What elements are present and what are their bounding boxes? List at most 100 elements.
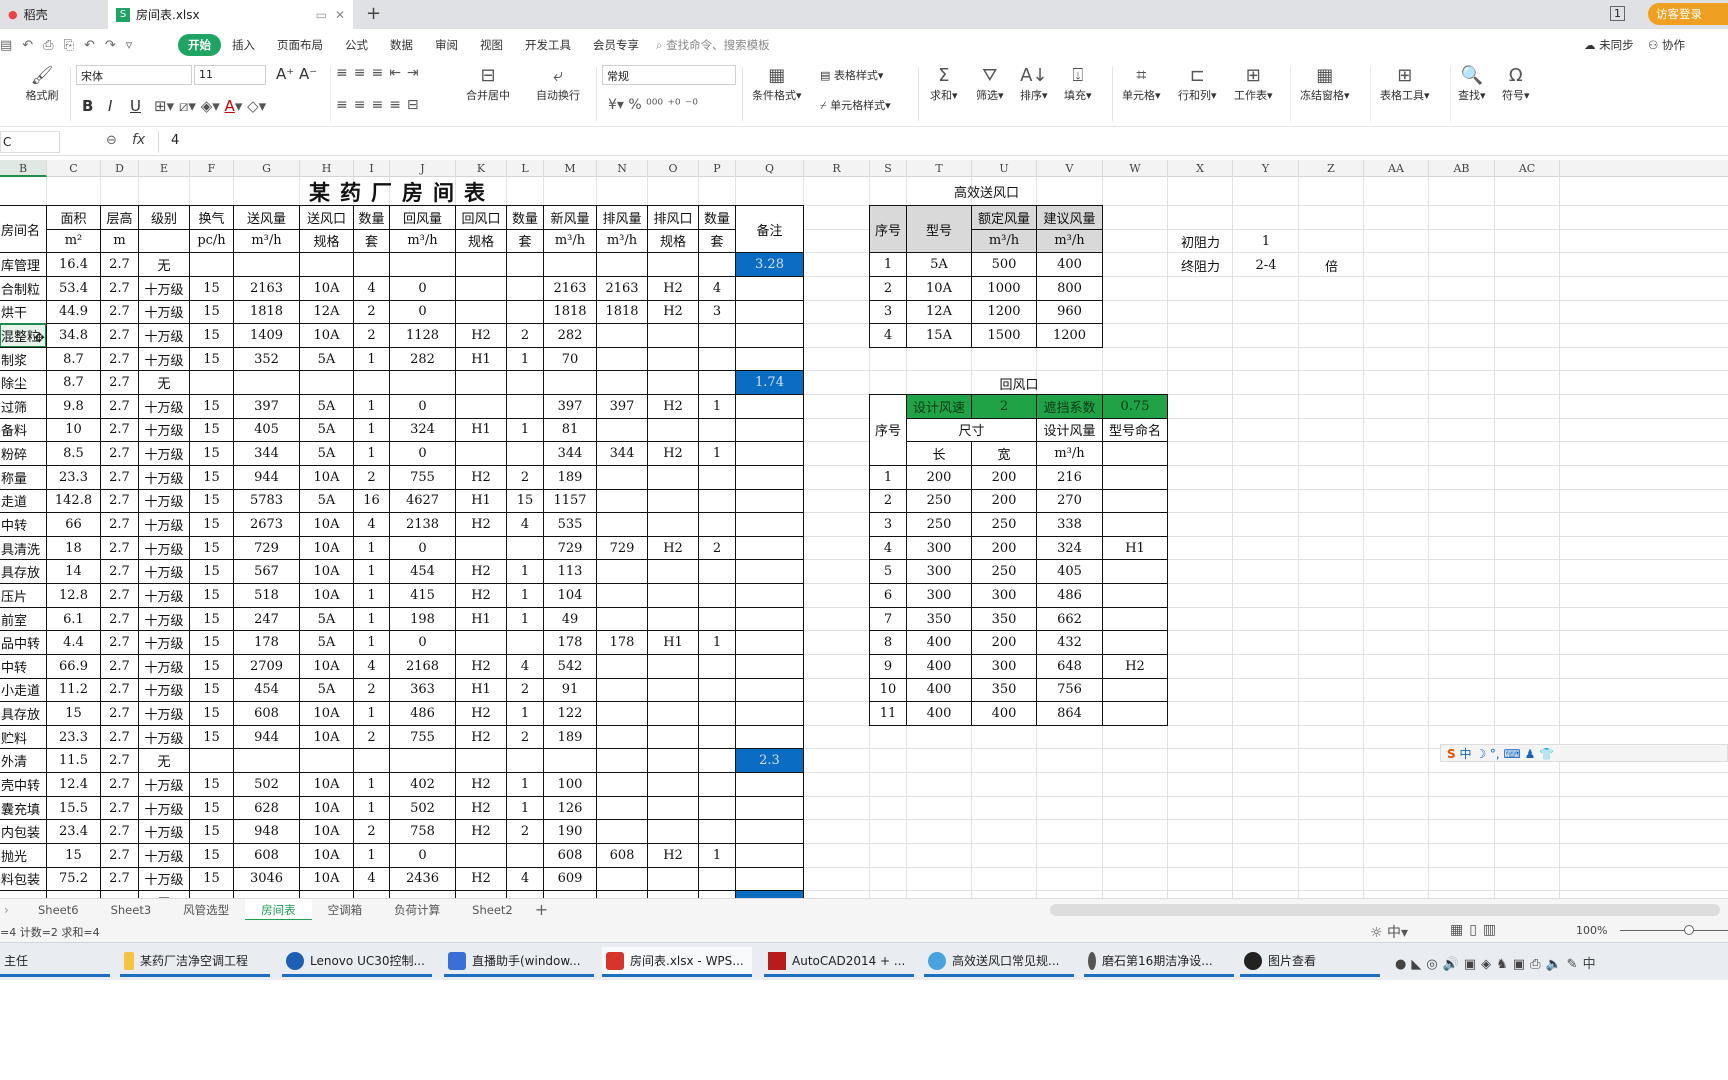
table-cell[interactable]: H2 <box>455 795 507 821</box>
unit[interactable]: 倍 <box>1299 253 1364 277</box>
table-cell[interactable]: 2163 <box>233 275 300 301</box>
column-header-X[interactable]: X <box>1168 160 1233 177</box>
table-cell[interactable] <box>647 724 699 750</box>
table-cell[interactable]: 4 <box>353 653 390 679</box>
table-cell[interactable] <box>735 772 804 797</box>
room-name-cell[interactable]: 内包装 <box>0 819 47 844</box>
table-cell[interactable]: 350 <box>971 606 1037 632</box>
column-title[interactable]: 回风量 <box>389 205 456 230</box>
table-cell[interactable]: 3.28 <box>735 252 804 277</box>
table-cell[interactable]: 5A <box>299 488 354 514</box>
table-cell[interactable]: 十万级 <box>138 795 190 821</box>
table-cell[interactable]: 1 <box>353 606 390 632</box>
table-cell[interactable]: 2.7 <box>100 299 139 325</box>
column-title[interactable]: 额定风量 <box>971 205 1037 230</box>
table-cell[interactable]: 1157 <box>543 488 597 514</box>
table-cell[interactable]: 518 <box>233 583 300 608</box>
table-cell[interactable]: H1 <box>455 606 507 632</box>
table-cell[interactable] <box>506 748 544 774</box>
table-cell[interactable]: 十万级 <box>138 819 190 844</box>
table-cell[interactable]: 1 <box>353 772 390 797</box>
row-col-button[interactable]: ⊏ 行和列▾ <box>1178 65 1217 103</box>
column-header-W[interactable]: W <box>1103 160 1168 177</box>
window-count-icon[interactable]: 1 <box>1610 6 1625 21</box>
table-cell[interactable]: 200 <box>906 464 972 490</box>
table-cell[interactable] <box>1102 677 1168 703</box>
table-cell[interactable]: 948 <box>233 819 300 844</box>
table-cell[interactable]: 十万级 <box>138 299 190 325</box>
table-cell[interactable] <box>735 890 804 898</box>
table-cell[interactable] <box>506 890 544 898</box>
table-cell[interactable] <box>233 252 300 277</box>
table-cell[interactable] <box>735 535 804 561</box>
table-cell[interactable] <box>735 701 804 726</box>
table-cell[interactable]: 200 <box>971 488 1037 514</box>
table-cell[interactable] <box>735 417 804 443</box>
table-cell[interactable] <box>735 819 804 844</box>
table-cell[interactable]: 9 <box>869 653 907 679</box>
table-cell[interactable]: 10A <box>299 583 354 608</box>
table-cell[interactable] <box>596 795 648 821</box>
table-cell[interactable] <box>698 323 736 348</box>
column-header-C[interactable]: C <box>47 160 101 177</box>
table-cell[interactable]: 10A <box>906 275 972 301</box>
table-cell[interactable] <box>647 583 699 608</box>
table-cell[interactable] <box>506 535 544 561</box>
table-cell[interactable]: 15 <box>189 630 234 655</box>
column-title[interactable]: 序号 <box>869 205 907 254</box>
table-cell[interactable]: 15A <box>906 323 972 348</box>
table-cell[interactable]: 300 <box>971 653 1037 679</box>
table-cell[interactable]: 16.4 <box>46 252 101 277</box>
table-cell[interactable]: 0 <box>389 630 456 655</box>
table-cell[interactable]: 1 <box>506 346 544 372</box>
table-cell[interactable]: 5A <box>299 441 354 466</box>
font-size-select[interactable]: 11 <box>194 65 266 85</box>
room-name-cell[interactable]: 具清洗 <box>0 535 47 561</box>
table-cell[interactable] <box>506 441 544 466</box>
fx-icon[interactable]: fx <box>132 132 145 148</box>
table-cell[interactable] <box>596 583 648 608</box>
table-cell[interactable] <box>299 890 354 898</box>
table-cell[interactable]: H2 <box>455 464 507 490</box>
table-cell[interactable] <box>596 701 648 726</box>
table-cell[interactable] <box>647 653 699 679</box>
table-cell[interactable] <box>299 252 354 277</box>
table-tools-button[interactable]: ⊞ 表格工具▾ <box>1380 65 1430 103</box>
table-cell[interactable] <box>647 866 699 892</box>
table-cell[interactable] <box>455 535 507 561</box>
table-cell[interactable] <box>647 677 699 703</box>
table-cell[interactable] <box>647 772 699 797</box>
column-title[interactable]: 新风量 <box>543 205 597 230</box>
room-name-cell[interactable]: 过筛 <box>0 394 47 419</box>
table-cell[interactable]: 10A <box>299 724 354 750</box>
table-cell[interactable]: 432 <box>1036 630 1103 655</box>
table-cell[interactable]: 66 <box>46 512 101 537</box>
room-name-cell[interactable]: 制浆 <box>0 346 47 372</box>
table-cell[interactable]: 15 <box>189 701 234 726</box>
table-cell[interactable]: 2.7 <box>100 630 139 655</box>
table-cell[interactable] <box>506 275 544 301</box>
table-cell[interactable]: 9.8 <box>46 394 101 419</box>
table-cell[interactable] <box>506 394 544 419</box>
table-cell[interactable]: 15 <box>46 701 101 726</box>
underline-button[interactable]: U <box>130 97 141 115</box>
table-cell[interactable]: 11 <box>869 701 907 726</box>
number-format-buttons[interactable]: ¥▾ % ⁰⁰⁰ ⁺⁰ ⁻⁰ <box>608 97 698 113</box>
table-cell[interactable]: 648 <box>1036 653 1103 679</box>
table-cell[interactable]: 十万级 <box>138 701 190 726</box>
column-header-AB[interactable]: AB <box>1429 160 1495 177</box>
table-cell[interactable]: 502 <box>233 772 300 797</box>
table-cell[interactable]: 662 <box>1036 606 1103 632</box>
table-cell[interactable]: 12A <box>906 299 972 325</box>
table-cell[interactable] <box>647 252 699 277</box>
column-unit[interactable]: m <box>100 228 139 254</box>
table-cell[interactable]: 352 <box>233 346 300 372</box>
table-cell[interactable]: 十万级 <box>138 843 190 868</box>
column-title[interactable]: 回风口 <box>455 205 507 230</box>
table-cell[interactable] <box>735 512 804 537</box>
table-cell[interactable] <box>389 252 456 277</box>
table-cell[interactable] <box>735 441 804 466</box>
table-cell[interactable] <box>698 488 736 514</box>
column-unit[interactable]: m³/h <box>596 228 648 254</box>
table-cell[interactable]: H2 <box>455 724 507 750</box>
